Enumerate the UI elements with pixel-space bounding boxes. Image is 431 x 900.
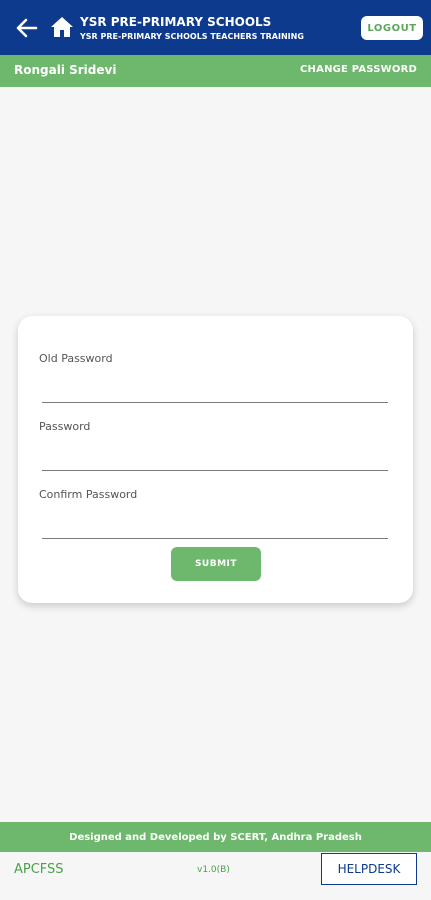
confirm-password-field[interactable]: [42, 513, 388, 539]
password-label: Password: [39, 420, 91, 433]
password-field[interactable]: [42, 445, 388, 471]
credit-bar: Designed and Developed by SCERT, Andhra …: [0, 822, 431, 852]
old-password-field[interactable]: [42, 377, 388, 403]
confirm-password-label: Confirm Password: [39, 488, 138, 501]
old-password-label: Old Password: [39, 352, 113, 365]
header-titles: YSR PRE-PRIMARY SCHOOLS YSR PRE-PRIMARY …: [80, 15, 304, 43]
back-button[interactable]: [14, 16, 40, 40]
user-bar: Rongali Sridevi CHANGE PASSWORD: [0, 55, 431, 87]
logout-button[interactable]: LOGOUT: [361, 16, 423, 40]
user-name: Rongali Sridevi: [14, 63, 117, 77]
change-password-card: Old Password Password Confirm Password S…: [18, 316, 413, 603]
home-button[interactable]: [50, 15, 74, 39]
arrow-left-icon: [16, 18, 38, 38]
submit-button[interactable]: SUBMIT: [171, 547, 261, 581]
bottom-bar: APCFSS v1.0(B) HELPDESK: [0, 852, 431, 900]
credit-text: Designed and Developed by SCERT, Andhra …: [69, 831, 362, 843]
page-title: CHANGE PASSWORD: [300, 64, 417, 75]
app-header: YSR PRE-PRIMARY SCHOOLS YSR PRE-PRIMARY …: [0, 0, 431, 55]
app-subtitle: YSR PRE-PRIMARY SCHOOLS TEACHERS TRAININ…: [80, 32, 304, 41]
app-title: YSR PRE-PRIMARY SCHOOLS: [80, 15, 272, 29]
home-icon: [51, 17, 73, 37]
version-label: v1.0(B): [197, 865, 230, 875]
helpdesk-button[interactable]: HELPDESK: [321, 853, 417, 885]
change-password-screen: YSR PRE-PRIMARY SCHOOLS YSR PRE-PRIMARY …: [0, 0, 431, 900]
apcfss-link[interactable]: APCFSS: [14, 862, 64, 877]
